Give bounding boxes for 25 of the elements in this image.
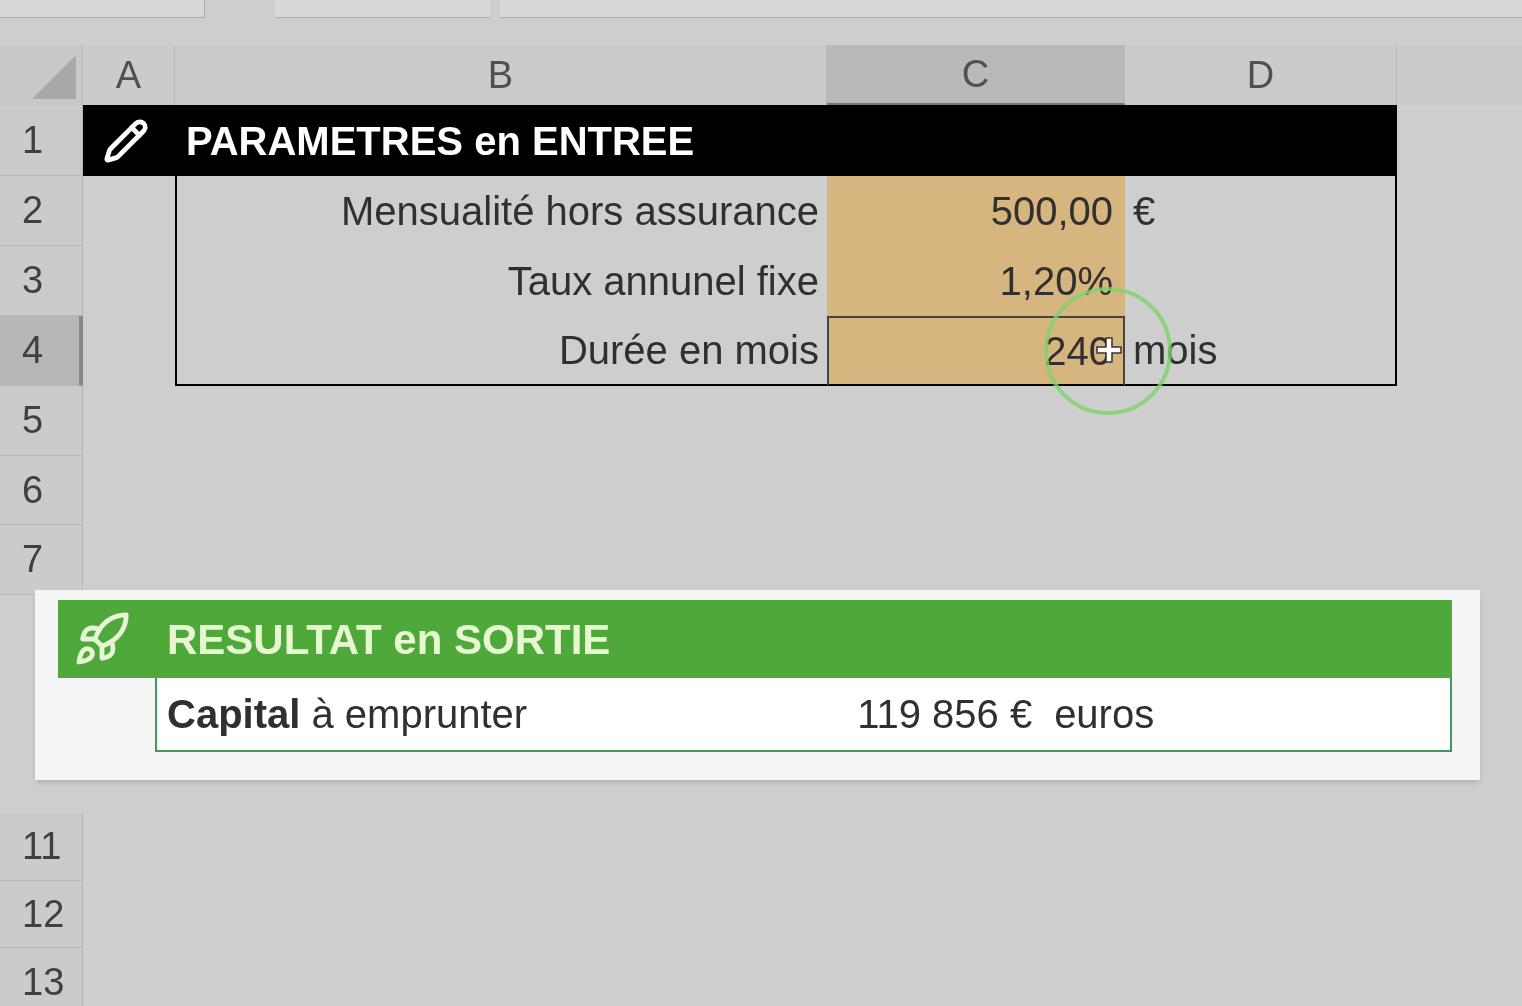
column-header[interactable]: C [827, 45, 1125, 105]
row-header[interactable]: 6 [0, 456, 83, 525]
result-title: RESULTAT en SORTIE [167, 614, 611, 665]
row-header[interactable]: 3 [0, 246, 83, 316]
result-label: Capital à emprunter [167, 691, 528, 738]
pencil-icon [103, 117, 149, 164]
row-header[interactable]: 12 [0, 881, 83, 948]
row-header[interactable]: 11 [0, 813, 83, 881]
select-all-corner[interactable] [0, 45, 83, 105]
unit-label: mois [1133, 327, 1218, 374]
section-title: PARAMETRES en ENTREE [186, 117, 695, 165]
unit-label: € [1133, 188, 1156, 235]
row-header[interactable]: 1 [0, 105, 83, 176]
table-cell: Durée en mois [175, 316, 827, 386]
input-cell[interactable]: 1,20% [827, 246, 1125, 316]
row-header[interactable]: 4 [0, 316, 83, 386]
row-header[interactable]: 5 [0, 386, 83, 456]
name-box[interactable] [0, 0, 205, 18]
row-header[interactable]: 7 [0, 525, 83, 595]
corner-triangle-icon [32, 55, 76, 99]
result-value: 119 856 € [857, 691, 1033, 738]
formula-field[interactable] [500, 0, 1522, 18]
input-cell[interactable]: 500,00 [827, 176, 1125, 246]
row-header[interactable]: 2 [0, 176, 83, 246]
result-unit: euros [1054, 691, 1155, 738]
